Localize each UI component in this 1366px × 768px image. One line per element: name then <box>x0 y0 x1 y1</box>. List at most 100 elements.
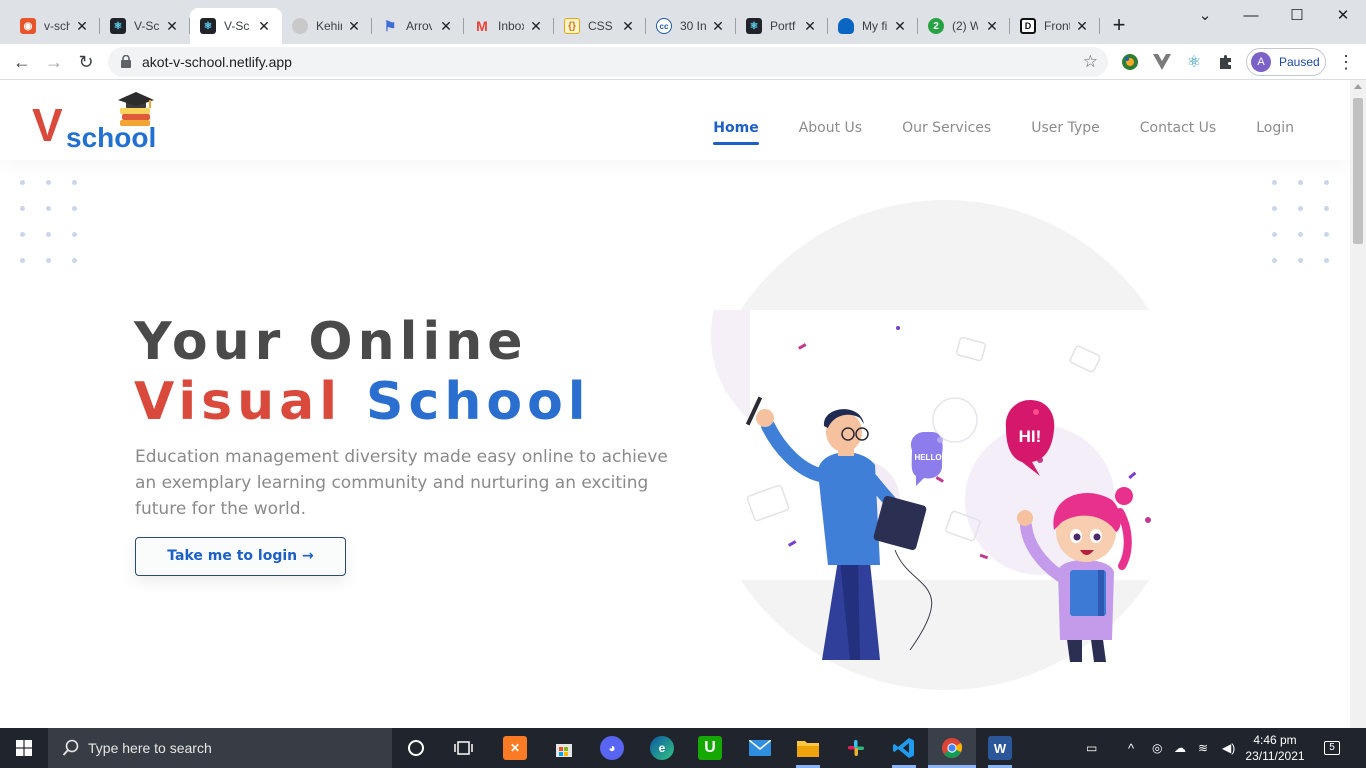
new-tab-button[interactable]: + <box>1108 14 1130 36</box>
taskbar-clock[interactable]: 4:46 pm 23/11/2021 <box>1240 732 1310 764</box>
store-icon[interactable] <box>552 736 576 760</box>
profile-button[interactable]: A Paused <box>1246 48 1326 76</box>
browser-tab[interactable]: D Front ✕ <box>1010 8 1100 44</box>
login-cta-button[interactable]: Take me to login → <box>135 537 346 576</box>
vscode-icon[interactable] <box>892 736 916 760</box>
tab-title: V-Scl <box>224 19 250 33</box>
nav-our-services[interactable]: Our Services <box>902 120 991 136</box>
clock-time: 4:46 pm <box>1253 733 1297 747</box>
browser-tab[interactable]: ⚛ V-Scl ✕ <box>100 8 190 44</box>
browser-tab[interactable]: ⚑ Arrov ✕ <box>372 8 464 44</box>
tab-title: Inbox <box>498 19 524 33</box>
nav-home[interactable]: Home <box>713 120 760 145</box>
extension-react-icon[interactable]: ⚛ <box>1184 52 1204 72</box>
tab-title: V-Scl <box>134 19 160 33</box>
site-header: V school Home About Us Our Services User… <box>0 80 1350 160</box>
browser-tab[interactable]: M Inbox ✕ <box>464 8 554 44</box>
nav-contact-us[interactable]: Contact Us <box>1140 120 1216 136</box>
close-tab-icon[interactable]: ✕ <box>620 18 636 34</box>
mail-icon[interactable] <box>748 736 772 760</box>
notifications-icon[interactable]: 5 <box>1324 728 1340 768</box>
file-explorer-icon[interactable] <box>796 736 820 760</box>
page-scrollbar[interactable] <box>1350 80 1366 728</box>
react-tab-icon: ⚛ <box>110 18 126 34</box>
close-tab-icon[interactable]: ✕ <box>438 18 454 34</box>
react-tab-icon: ⚛ <box>200 18 216 34</box>
close-tab-icon[interactable]: ✕ <box>710 18 726 34</box>
back-button[interactable]: ← <box>8 48 36 76</box>
whatsapp-tab-icon: 2 <box>928 18 944 34</box>
close-tab-icon[interactable]: ✕ <box>164 18 180 34</box>
chrome-icon[interactable] <box>940 736 964 760</box>
address-bar[interactable]: akot-v-school.netlify.app ☆ <box>108 47 1108 77</box>
task-view-icon[interactable] <box>452 736 476 760</box>
wifi-icon[interactable]: ≋ <box>1198 728 1208 768</box>
onedrive-tray-icon[interactable]: ☁ <box>1174 728 1186 768</box>
meet-now-icon[interactable]: ◎ <box>1152 728 1162 768</box>
close-tab-icon[interactable]: ✕ <box>528 18 544 34</box>
show-hidden-icons[interactable]: ^ <box>1128 728 1134 768</box>
browser-tab[interactable]: Kehir ✕ <box>282 8 372 44</box>
browser-tab[interactable]: {} CSS ( ✕ <box>554 8 646 44</box>
close-tab-icon[interactable]: ✕ <box>802 18 818 34</box>
gmail-tab-icon: M <box>476 18 488 34</box>
nav-about-us[interactable]: About Us <box>799 120 862 136</box>
tab-title: My fi <box>862 19 888 33</box>
close-tab-icon[interactable]: ✕ <box>892 18 908 34</box>
tab-search-icon[interactable]: ⌄ <box>1190 6 1220 26</box>
windows-logo-icon <box>16 740 32 756</box>
browser-tab[interactable]: cc 30 In ✕ <box>646 8 736 44</box>
windows-start-button[interactable] <box>0 728 48 768</box>
discord-icon[interactable]: ◕ <box>600 736 624 760</box>
close-tab-icon[interactable]: ✕ <box>256 18 272 34</box>
main-nav: Home About Us Our Services User Type Con… <box>713 120 1294 145</box>
tab-title: Kehir <box>316 19 342 33</box>
forward-button[interactable]: → <box>40 48 68 76</box>
news-widget-icon[interactable]: ▭ <box>1086 728 1097 768</box>
notification-count: 5 <box>1324 741 1340 755</box>
nav-user-type[interactable]: User Type <box>1031 120 1100 136</box>
vschool-logo[interactable]: V school <box>30 88 170 158</box>
volume-icon[interactable]: ◀) <box>1222 728 1235 768</box>
browser-tab[interactable]: ⚛ Portf ✕ <box>736 8 828 44</box>
web-page: V school Home About Us Our Services User… <box>0 80 1350 728</box>
search-icon <box>62 739 79 756</box>
hero-description: Education management diversity made easy… <box>135 447 668 519</box>
close-tab-icon[interactable]: ✕ <box>1074 18 1090 34</box>
scroll-up-icon[interactable] <box>1354 84 1362 89</box>
extension-globe-icon[interactable] <box>1120 52 1140 72</box>
maximize-button[interactable]: ☐ <box>1282 6 1312 26</box>
upwork-icon[interactable]: U <box>698 736 722 760</box>
scrollbar-thumb[interactable] <box>1353 98 1363 244</box>
close-window-button[interactable]: ✕ <box>1328 6 1358 26</box>
slack-icon[interactable] <box>844 736 868 760</box>
cortana-icon[interactable] <box>404 736 428 760</box>
bookmark-star-icon[interactable]: ☆ <box>1083 52 1098 72</box>
extension-vue-icon[interactable] <box>1152 52 1172 72</box>
minimize-button[interactable]: — <box>1236 6 1266 26</box>
browser-tab-active[interactable]: ⚛ V-Scl ✕ <box>190 8 282 44</box>
profile-status: Paused <box>1279 55 1320 69</box>
browser-tab[interactable]: My fi ✕ <box>828 8 918 44</box>
nav-login[interactable]: Login <box>1256 120 1294 136</box>
browser-menu-icon[interactable]: ⋮ <box>1336 52 1356 73</box>
close-tab-icon[interactable]: ✕ <box>346 18 362 34</box>
tab-title: Front <box>1044 19 1070 33</box>
browser-tab[interactable]: 2 (2) W ✕ <box>918 8 1010 44</box>
xampp-icon[interactable]: ✕ <box>503 736 527 760</box>
reload-button[interactable]: ↻ <box>72 48 100 76</box>
tab-strip: ◉ v-sch ✕ ⚛ V-Scl ✕ ⚛ V-Scl ✕ Kehir ✕ ⚑ … <box>0 0 1366 44</box>
taskbar-search-box[interactable]: Type here to search <box>48 728 392 768</box>
word-icon[interactable]: W <box>988 736 1012 760</box>
close-tab-icon[interactable]: ✕ <box>74 18 90 34</box>
browser-tab[interactable]: ◉ v-sch ✕ <box>10 8 100 44</box>
close-tab-icon[interactable]: ✕ <box>984 18 1000 34</box>
search-placeholder: Type here to search <box>88 740 212 756</box>
hi-bubble-text: HI! <box>1019 427 1042 446</box>
browser-toolbar: ← → ↻ akot-v-school.netlify.app ☆ ⚛ A Pa… <box>0 44 1366 80</box>
extensions-puzzle-icon[interactable] <box>1216 52 1236 72</box>
books-graduation-cap-icon <box>118 92 154 126</box>
tab-title: (2) W <box>952 19 978 33</box>
edge-icon[interactable]: e <box>650 736 674 760</box>
tab-title: CSS ( <box>588 19 614 33</box>
